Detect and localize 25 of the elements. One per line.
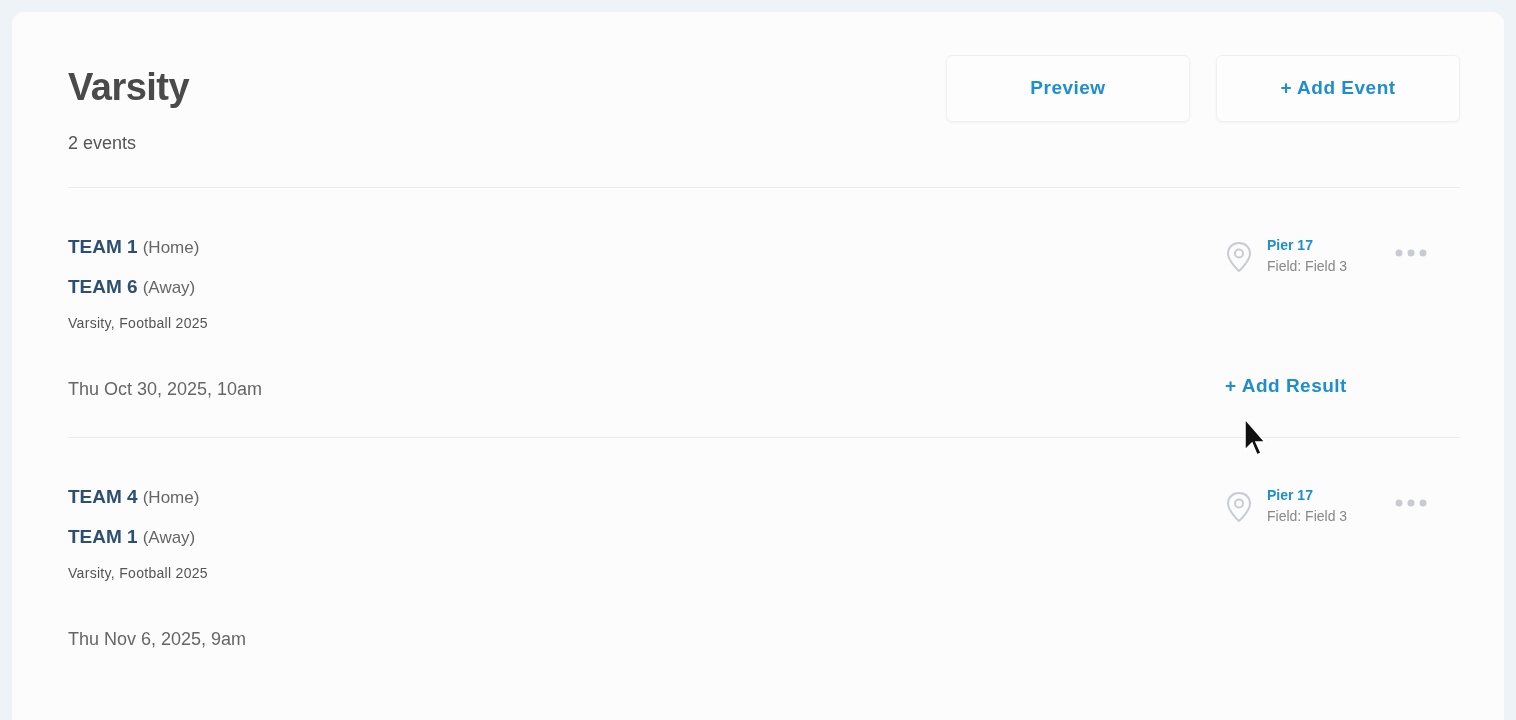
team-name: TEAM 1 [68,234,138,259]
team-name: TEAM 1 [68,524,138,549]
team-name: TEAM 6 [68,274,138,299]
event-subtitle: Varsity, Football 2025 [68,563,209,583]
event-date: Thu Nov 6, 2025, 9am [68,627,247,651]
event-count: 2 events [68,131,138,155]
team-name: TEAM 4 [68,484,138,509]
location-pin-icon [1225,490,1253,523]
team-side: (Home) [142,486,200,509]
location-pin-icon [1225,240,1253,273]
header-button[interactable]: + Add Event [1216,55,1460,122]
header-button[interactable]: Preview [946,55,1190,122]
more-options-icon[interactable] [1395,498,1428,507]
field-label: Field: Field 3 [1267,506,1348,526]
event-date: Thu Oct 30, 2025, 10am [68,377,263,401]
page-title: Varsity [68,65,190,110]
team-side: (Away) [142,526,196,549]
team-side: (Home) [142,236,200,259]
venue-link[interactable]: Pier 17 [1267,234,1348,255]
venue-link[interactable]: Pier 17 [1267,484,1348,505]
event-subtitle: Varsity, Football 2025 [68,313,209,333]
team-side: (Away) [142,276,196,299]
more-options-icon[interactable] [1395,248,1428,257]
field-label: Field: Field 3 [1267,256,1348,276]
add-result-button[interactable]: + Add Result [1225,371,1347,401]
